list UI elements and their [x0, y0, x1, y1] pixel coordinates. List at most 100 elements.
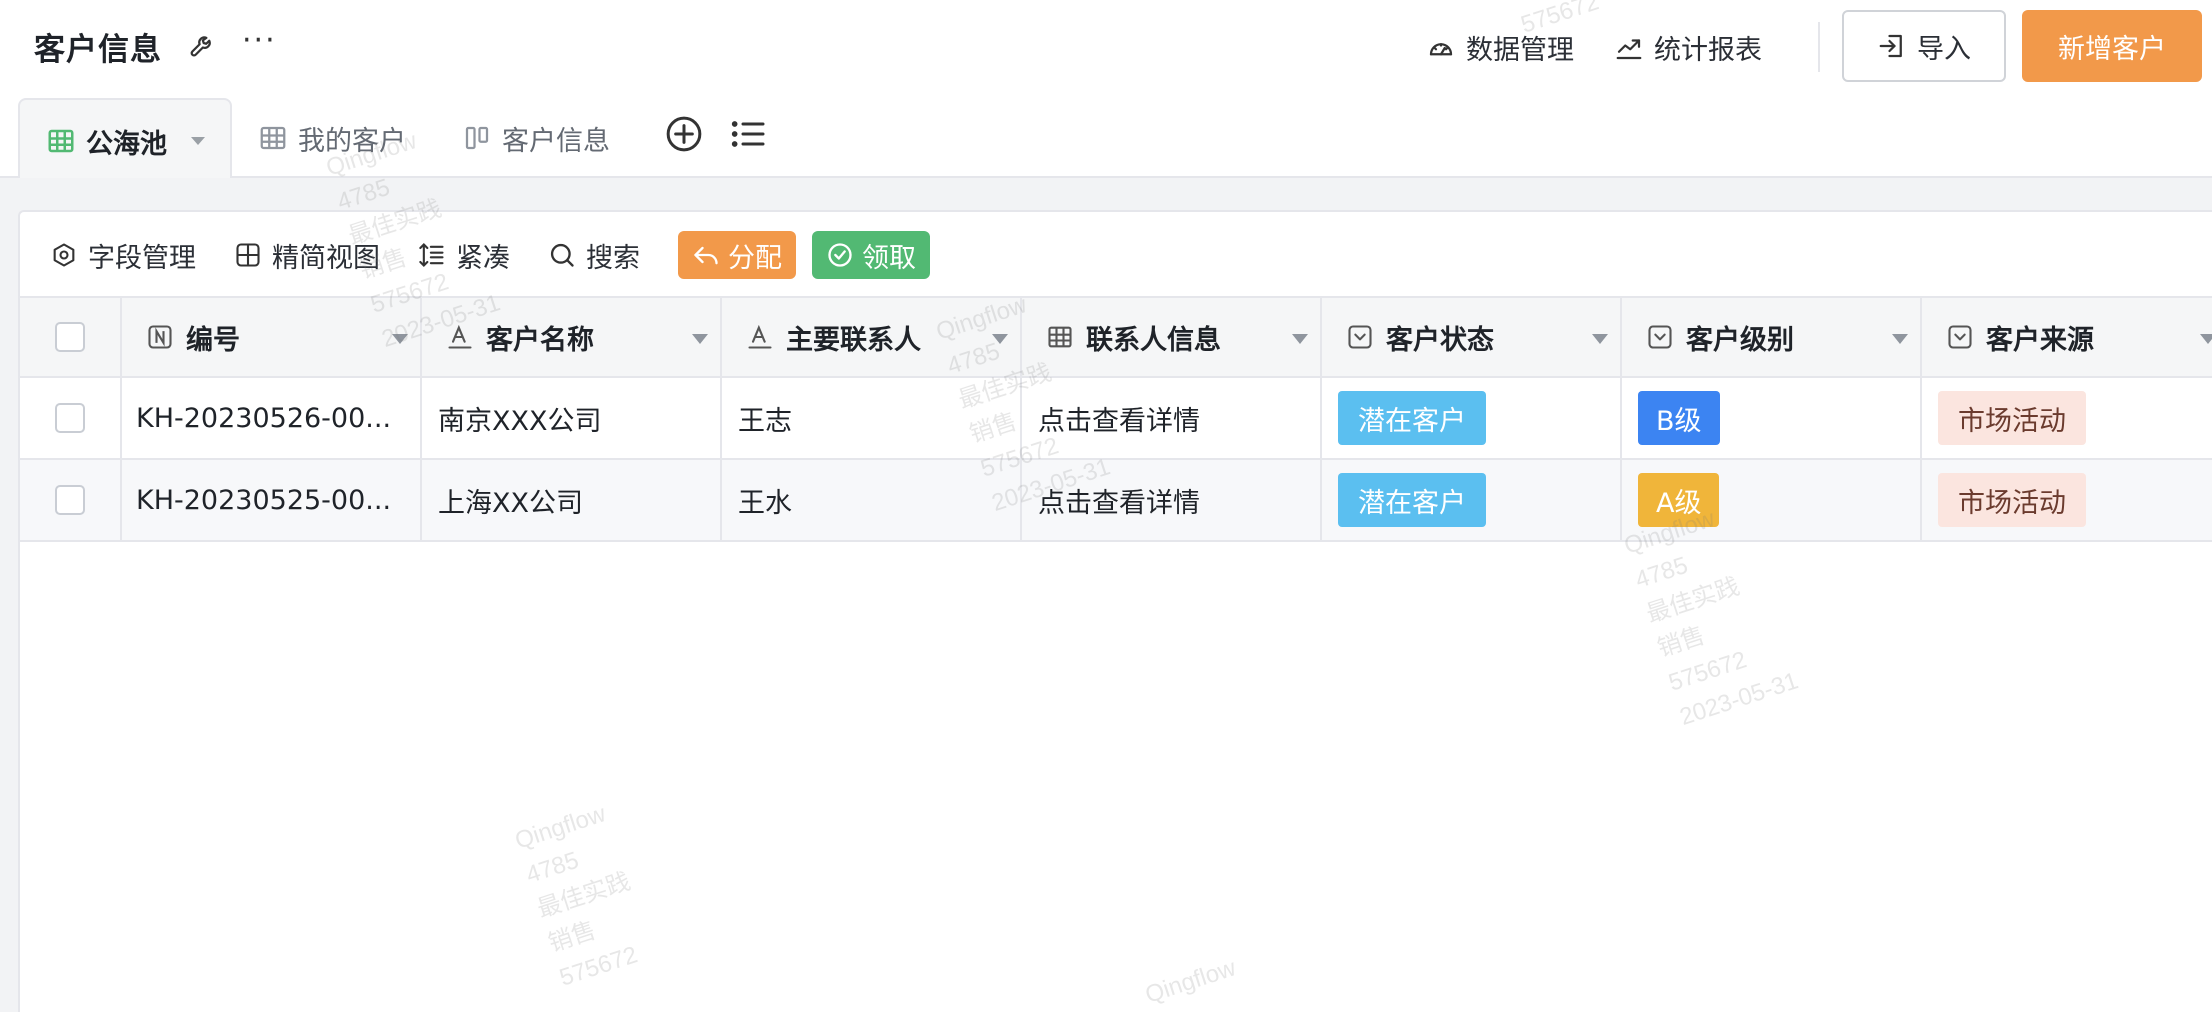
view-list-icon[interactable] — [728, 114, 768, 154]
row-height-icon — [419, 243, 444, 267]
table-header: 编号 客户名称 主要联系人 联系人信息 客户状态 客户级别 客户来源 — [20, 296, 2212, 378]
status-badge: 潜在客户 — [1338, 391, 1486, 445]
tab-my-customers[interactable]: 我的客户 — [258, 98, 406, 178]
row-select-cell — [20, 378, 122, 458]
import-icon — [1879, 34, 1902, 58]
field-manage-button[interactable]: 字段管理 — [50, 236, 196, 275]
cell-contact-info[interactable]: 点击查看详情 — [1022, 378, 1322, 458]
column-label: 客户来源 — [1986, 324, 2094, 356]
simple-view-label: 精简视图 — [272, 242, 380, 274]
dashboard-icon — [1429, 42, 1453, 55]
claim-label: 领取 — [862, 242, 916, 274]
cell-text: 南京XXX公司 — [438, 405, 602, 437]
select-field-icon — [1948, 325, 1972, 349]
data-manage-label: 数据管理 — [1466, 35, 1574, 66]
select-all-cell — [20, 298, 122, 376]
column-label: 编号 — [186, 324, 240, 356]
column-menu-caret-icon[interactable] — [392, 334, 408, 344]
cell-contact[interactable]: 王水 — [722, 460, 1022, 540]
text-field-icon — [748, 324, 772, 349]
column-menu-caret-icon[interactable] — [1292, 334, 1308, 344]
assign-label: 分配 — [728, 242, 782, 274]
wrench-icon[interactable] — [188, 30, 218, 60]
cell-status[interactable]: 潜在客户 — [1322, 378, 1622, 458]
cell-name[interactable]: 南京XXX公司 — [422, 378, 722, 458]
table-row[interactable]: KH-20230526-00... 南京XXX公司 王志 点击查看详情 潜在客户… — [20, 378, 2212, 460]
column-menu-caret-icon[interactable] — [992, 334, 1008, 344]
column-header-id[interactable]: 编号 — [122, 298, 422, 376]
column-menu-caret-icon[interactable] — [1592, 334, 1608, 344]
simple-view-button[interactable]: 精简视图 — [234, 236, 380, 275]
row-checkbox[interactable] — [55, 403, 85, 433]
kanban-icon — [465, 126, 489, 150]
header-divider — [1818, 22, 1820, 72]
cell-text: 王志 — [738, 405, 792, 437]
check-circle-icon — [828, 243, 852, 267]
table-grid-icon — [48, 129, 74, 153]
tab-public-pool[interactable]: 公海池 — [18, 98, 232, 182]
view-details-link[interactable]: 点击查看详情 — [1038, 481, 1200, 520]
cell-text: KH-20230525-00... — [136, 484, 392, 516]
compact-label: 紧凑 — [456, 242, 510, 274]
tab-customer-info[interactable]: 客户信息 — [462, 98, 610, 178]
cell-source[interactable]: 市场活动 — [1922, 460, 2212, 540]
column-label: 主要联系人 — [786, 324, 921, 356]
table-panel: 字段管理 精简视图 紧凑 搜索 分配 领取 编号 客户名称 主要联系人 联系人信… — [18, 210, 2212, 1012]
column-header-contact[interactable]: 主要联系人 — [722, 298, 1022, 376]
tab-label: 我的客户 — [298, 125, 406, 157]
column-menu-caret-icon[interactable] — [692, 334, 708, 344]
search-icon — [550, 243, 574, 267]
row-checkbox[interactable] — [55, 485, 85, 515]
column-menu-caret-icon[interactable] — [1892, 334, 1908, 344]
trend-chart-icon — [1616, 38, 1642, 59]
select-all-checkbox[interactable] — [55, 322, 85, 352]
search-label: 搜索 — [586, 242, 640, 274]
select-field-icon — [1348, 325, 1372, 349]
claim-button[interactable]: 领取 — [812, 231, 930, 279]
search-button[interactable]: 搜索 — [548, 236, 640, 275]
table-grid-icon — [1048, 326, 1072, 348]
field-manage-label: 字段管理 — [88, 242, 196, 274]
more-options-icon[interactable]: ··· — [242, 26, 277, 56]
source-badge: 市场活动 — [1938, 391, 2086, 445]
chevron-down-icon[interactable] — [191, 137, 205, 145]
cell-id[interactable]: KH-20230526-00... — [122, 378, 422, 458]
cell-status[interactable]: 潜在客户 — [1322, 460, 1622, 540]
assign-button[interactable]: 分配 — [678, 231, 796, 279]
add-view-icon[interactable] — [664, 114, 704, 154]
number-field-icon — [148, 325, 172, 349]
compact-button[interactable]: 紧凑 — [418, 236, 510, 275]
column-header-level[interactable]: 客户级别 — [1622, 298, 1922, 376]
data-manage-link[interactable]: 数据管理 — [1426, 28, 1574, 67]
cell-level[interactable]: B级 — [1622, 378, 1922, 458]
column-label: 客户级别 — [1686, 324, 1794, 356]
stats-report-label: 统计报表 — [1654, 35, 1762, 66]
view-details-link[interactable]: 点击查看详情 — [1038, 399, 1200, 438]
column-header-source[interactable]: 客户来源 — [1922, 298, 2212, 376]
table-grid-icon — [260, 126, 286, 150]
stats-report-link[interactable]: 统计报表 — [1614, 28, 1762, 67]
column-menu-caret-icon[interactable] — [2200, 334, 2212, 344]
column-header-status[interactable]: 客户状态 — [1322, 298, 1622, 376]
table-row[interactable]: KH-20230525-00... 上海XX公司 王水 点击查看详情 潜在客户 … — [20, 460, 2212, 542]
cell-name[interactable]: 上海XX公司 — [422, 460, 722, 540]
cell-id[interactable]: KH-20230525-00... — [122, 460, 422, 540]
cell-text: 王水 — [738, 487, 792, 519]
import-label: 导入 — [1917, 33, 1971, 65]
cell-text: 上海XX公司 — [438, 487, 583, 519]
cell-source[interactable]: 市场活动 — [1922, 378, 2212, 458]
cell-level[interactable]: A级 — [1622, 460, 1922, 540]
cell-contact[interactable]: 王志 — [722, 378, 1022, 458]
page-title: 客户信息 — [34, 32, 162, 68]
import-button[interactable]: 导入 — [1842, 10, 2006, 82]
cell-text: KH-20230526-00... — [136, 402, 392, 434]
table-toolbar: 字段管理 精简视图 紧凑 搜索 分配 领取 — [50, 230, 946, 280]
cell-contact-info[interactable]: 点击查看详情 — [1022, 460, 1322, 540]
grid-view-icon — [236, 243, 260, 267]
add-customer-button[interactable]: 新增客户 — [2022, 10, 2202, 82]
text-field-icon — [448, 324, 472, 349]
column-header-contact-info[interactable]: 联系人信息 — [1022, 298, 1322, 376]
column-header-name[interactable]: 客户名称 — [422, 298, 722, 376]
settings-hexagon-icon — [53, 243, 75, 267]
level-badge: B级 — [1638, 391, 1720, 445]
